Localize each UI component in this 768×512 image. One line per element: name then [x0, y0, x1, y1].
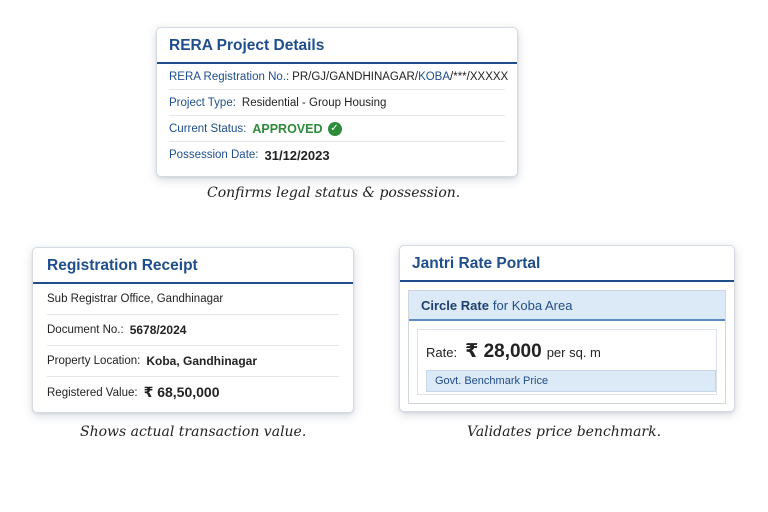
registration-location-value: Koba, Gandhinagar: [146, 354, 258, 368]
rera-registration-label: RERA Registration No.:: [169, 70, 290, 83]
benchmark-badge: Govt. Benchmark Price: [426, 370, 716, 392]
rera-type-value: Residential - Group Housing: [241, 96, 387, 109]
rera-status-value: APPROVED: [252, 121, 323, 136]
registration-location-row: Property Location: Koba, Gandhinagar: [47, 346, 339, 377]
registration-caption: Shows actual transaction value.: [80, 424, 307, 440]
jantri-inner-panel: Circle Rate for Koba Area Rate: ₹ 28,000…: [408, 290, 726, 404]
rera-card-title: RERA Project Details: [157, 28, 517, 64]
rera-status-label: Current Status:: [169, 122, 247, 135]
registration-doc-row: Document No.: 5678/2024: [47, 315, 339, 346]
rera-registration-part3: /***/XXXXX: [450, 70, 509, 83]
registration-value-label: Registered Value:: [47, 386, 138, 399]
registration-card-title: Registration Receipt: [33, 248, 353, 284]
registration-office: Sub Registrar Office, Gandhinagar: [47, 293, 224, 305]
registration-value-row: Registered Value: ₹ 68,50,000: [47, 377, 339, 408]
circle-rate-label: Circle Rate: [421, 297, 489, 313]
registration-location-label: Property Location:: [47, 355, 141, 367]
rera-registration-value: PR/GJ/GANDHINAGAR/KOBA/***/XXXXX: [292, 71, 508, 83]
rate-line: Rate: ₹ 28,000 per sq. m: [418, 330, 716, 363]
rera-type-row: Project Type: Residential - Group Housin…: [169, 90, 505, 116]
registration-doc-label: Document No.:: [47, 324, 124, 336]
rera-registration-row: RERA Registration No.: PR/GJ/GANDHINAGAR…: [169, 64, 508, 90]
registration-value-amount: ₹ 68,50,000: [143, 384, 220, 400]
registration-receipt-card: Registration Receipt Sub Registrar Offic…: [32, 247, 354, 413]
rate-unit: per sq. m: [546, 345, 601, 360]
rera-status-row: Current Status: APPROVED ✓: [169, 116, 505, 142]
rera-possession-value: 31/12/2023: [264, 147, 330, 163]
rera-possession-label: Possession Date:: [169, 149, 259, 161]
jantri-card-title: Jantri Rate Portal: [400, 246, 734, 282]
rera-project-details-card: RERA Project Details RERA Registration N…: [156, 27, 518, 177]
registration-office-row: Sub Registrar Office, Gandhinagar: [47, 284, 339, 315]
circle-rate-header: Circle Rate for Koba Area: [409, 291, 725, 321]
jantri-caption: Validates price benchmark.: [467, 424, 662, 440]
jantri-rate-portal-card: Jantri Rate Portal Circle Rate for Koba …: [399, 245, 735, 412]
rate-label: Rate:: [426, 345, 458, 360]
registration-doc-value: 5678/2024: [129, 323, 187, 337]
circle-rate-area: for Koba Area: [492, 297, 573, 313]
check-circle-icon: ✓: [327, 121, 342, 136]
rate-box: Rate: ₹ 28,000 per sq. m Govt. Benchmark…: [417, 329, 717, 395]
rera-registration-part1: PR/GJ/GANDHINAGAR/: [292, 70, 419, 83]
rate-value: ₹ 28,000: [465, 341, 542, 362]
rera-caption: Confirms legal status & possession.: [207, 185, 461, 201]
rera-possession-row: Possession Date: 31/12/2023: [169, 142, 505, 168]
rera-type-label: Project Type:: [169, 96, 236, 109]
rera-registration-part2: KOBA: [418, 70, 451, 83]
